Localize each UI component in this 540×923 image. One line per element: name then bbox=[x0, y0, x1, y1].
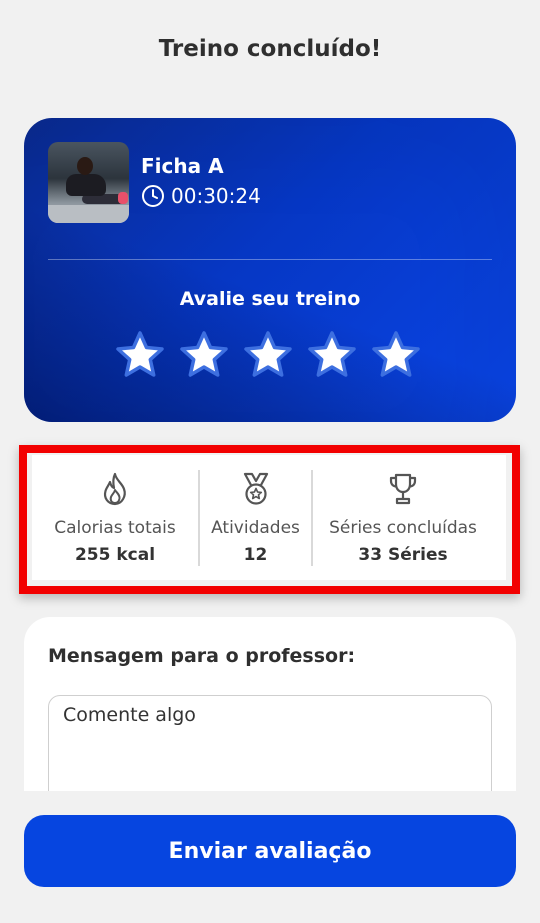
workout-stats: Calorias totais 255 kcal Atividades 12 S… bbox=[32, 455, 506, 580]
rate-workout-label: Avalie seu treino bbox=[179, 288, 361, 310]
submit-rating-button[interactable]: Enviar avaliação bbox=[24, 815, 516, 887]
trophy-icon bbox=[389, 473, 417, 504]
star-icon-4[interactable] bbox=[304, 328, 360, 384]
message-title: Mensagem para o professor: bbox=[48, 645, 356, 667]
stat-series: Séries concluídas 33 Séries bbox=[313, 470, 493, 566]
star-icon-1[interactable] bbox=[112, 328, 168, 384]
stat-series-label: Séries concluídas bbox=[329, 517, 477, 538]
page-title: Treino concluído! bbox=[158, 36, 382, 62]
flame-icon bbox=[103, 472, 126, 505]
stat-activities: Atividades 12 bbox=[198, 469, 313, 566]
stat-series-value: 33 Séries bbox=[358, 544, 448, 565]
message-card: Mensagem para o professor: bbox=[24, 617, 516, 805]
workout-thumbnail bbox=[48, 142, 129, 223]
star-icon-5[interactable] bbox=[368, 328, 424, 384]
star-icon-2[interactable] bbox=[176, 328, 232, 384]
workout-summary-card: Ficha A 00:30:24 Avalie seu treino bbox=[24, 118, 516, 422]
clock-icon bbox=[142, 185, 164, 207]
medal-icon bbox=[243, 472, 268, 505]
duration-text: 00:30:24 bbox=[171, 184, 261, 208]
stat-calories-label: Calorias totais bbox=[54, 517, 176, 538]
star-icon-3[interactable] bbox=[240, 328, 296, 384]
stat-calories-value: 255 kcal bbox=[74, 544, 156, 565]
divider bbox=[48, 259, 492, 260]
star-rating[interactable] bbox=[112, 328, 424, 384]
stat-calories: Calorias totais 255 kcal bbox=[32, 470, 198, 566]
stat-activities-value: 12 bbox=[243, 544, 268, 565]
stat-activities-label: Atividades bbox=[211, 517, 300, 538]
plan-name: Ficha A bbox=[141, 154, 224, 178]
message-input[interactable] bbox=[48, 695, 492, 805]
workout-duration: 00:30:24 bbox=[141, 184, 261, 208]
